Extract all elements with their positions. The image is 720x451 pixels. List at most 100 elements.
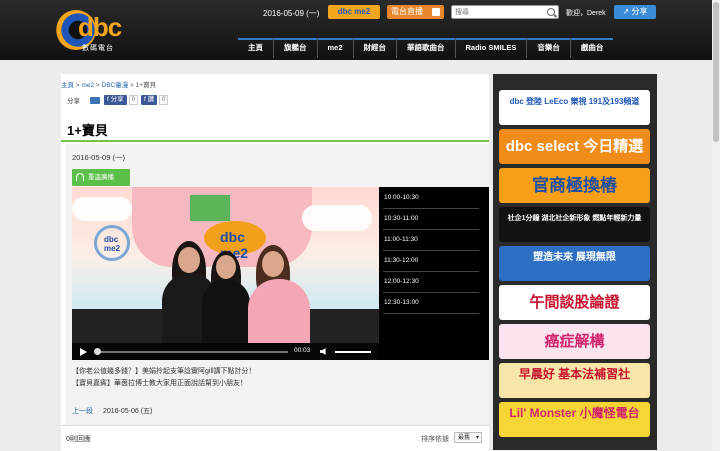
sidebar-banner-text: 塑造未來 展現無限 (533, 252, 616, 263)
nav-flagship[interactable]: 旗艦台 (273, 38, 317, 58)
sidebar-banner-text: 早晨好 基本法補習社 (518, 367, 631, 381)
host-face (262, 251, 284, 277)
welcome-user[interactable]: 歡迎，Derek (566, 8, 606, 18)
header-share-label: 分享 (631, 7, 648, 16)
breadcrumb: 主頁 > me2 > DBC童漫 > 1+寶貝 (61, 79, 156, 89)
sidebar-banner[interactable]: 塑造未來 展現無限 (499, 246, 650, 281)
segment-schedule: 10:00-10:30 10:30-11:00 11:00-11:30 11:3… (379, 187, 489, 360)
wall-logo: dbc me2 (94, 225, 130, 261)
breadcrumb-me2[interactable]: me2 (81, 82, 94, 89)
volume-icon[interactable] (320, 348, 326, 355)
nav-finance[interactable]: 財經台 (352, 38, 397, 58)
sidebar-banner[interactable]: Lil' Monster 小魔怪電台 (499, 402, 650, 437)
play-icon[interactable] (80, 348, 87, 356)
headphones-icon (76, 173, 84, 181)
house-decoration (190, 195, 230, 221)
host-right (248, 279, 310, 343)
sidebar-banner-text: 社企1分鐘 湖北社企新形象 燃點年輕新力量 (507, 215, 642, 222)
nav-radio-smiles[interactable]: Radio SMILES (454, 38, 527, 58)
sidebar-banner[interactable]: 午間談股論證 (499, 285, 650, 320)
progress-knob[interactable] (94, 348, 101, 355)
share-row: 分享 f 分享 0 f 讚 0 (67, 95, 171, 105)
speaker-icon (432, 8, 440, 16)
search-icon[interactable] (547, 8, 555, 16)
breadcrumb-home[interactable]: 主頁 (61, 82, 74, 89)
live-broadcast-button[interactable]: 電台直播 (387, 5, 444, 19)
host-face (178, 247, 200, 273)
sidebar-banner[interactable]: dbc select 今日精選 (499, 129, 650, 164)
comment-count: 0則回應 (66, 436, 91, 443)
nav-home[interactable]: 主頁 (238, 38, 273, 58)
dbc-logo[interactable]: dbc 數碼電台 (56, 10, 146, 52)
sidebar-banner[interactable]: 癌症解構 (499, 324, 650, 359)
sidebar-banner[interactable]: 社企1分鐘 湖北社企新形象 燃點年輕新力量 (499, 207, 650, 242)
previous-episode: 上一段 2016-05-06 (五) (72, 406, 152, 416)
email-icon[interactable] (90, 96, 100, 104)
previous-link[interactable]: 上一段 (72, 408, 93, 415)
schedule-slot[interactable]: 11:30-12:00 (383, 251, 479, 272)
breadcrumb-current: 1+寶貝 (135, 82, 157, 89)
scrollbar-thumb[interactable] (713, 2, 719, 142)
nav-me2[interactable]: me2 (316, 38, 353, 58)
player-controls: 00:03 (72, 343, 379, 360)
breadcrumb-separator: > (128, 82, 136, 89)
facebook-like-count: 0 (159, 95, 169, 105)
main-nav: 主頁 旗艦台 me2 財經台 華語歌曲台 Radio SMILES 音樂台 戲曲… (238, 38, 613, 58)
episode-date: 2016-05-09 (一) (72, 153, 125, 162)
progress-track[interactable] (96, 351, 288, 353)
cloud-decoration (72, 197, 132, 221)
description-line: 【你老公值幾多錢？】美娟拎起支筆諗實阿gill講下點計分！ (72, 368, 256, 375)
breadcrumb-channel[interactable]: DBC童漫 (102, 82, 129, 89)
header-share-button[interactable]: ↗ 分享 (614, 5, 656, 19)
schedule-slot[interactable]: 10:30-11:00 (383, 209, 479, 230)
nav-music[interactable]: 音樂台 (526, 38, 570, 58)
previous-date[interactable]: 2016-05-06 (五) (103, 408, 152, 415)
logo-subtitle: 數碼電台 (82, 45, 114, 52)
sidebar-banner-text: 午間談股論證 (529, 294, 620, 311)
cloud-decoration (302, 205, 372, 231)
page-title: 1+寶貝 (67, 123, 108, 138)
sidebar-banner[interactable]: 官商極換樁 (499, 168, 650, 203)
search-input[interactable] (452, 6, 546, 18)
sidebar-banner-text: Lil' Monster 小魔怪電台 (509, 406, 640, 420)
nav-chinese-songs[interactable]: 華語歌曲台 (396, 38, 455, 58)
site-header: dbc 數碼電台 2016-05-09 (一) dbc me2 電台直播 歡迎，… (0, 0, 720, 60)
title-divider (61, 140, 489, 142)
host-center (202, 279, 250, 343)
facebook-like-button[interactable]: f 讚 (140, 95, 158, 105)
page-scrollbar[interactable] (712, 0, 720, 450)
replay-tab[interactable]: 重溫廣播 (72, 169, 130, 186)
sidebar: dbc 登陸 LeEco 樂視 191及193頻道 dbc select 今日精選… (493, 74, 657, 450)
sort-select[interactable]: 最舊 (454, 432, 482, 444)
sidebar-banner-text: 官商極換樁 (532, 176, 617, 195)
sort-label: 排序依據 (421, 436, 449, 443)
logo-text: dbc (78, 12, 122, 42)
schedule-slot[interactable]: 12:30-13:00 (383, 293, 479, 314)
host-face (216, 255, 236, 279)
facebook-share-count: 0 (128, 95, 138, 105)
facebook-share-label: 分享 (110, 96, 124, 103)
wall-logo-text: dbc me2 (104, 235, 121, 253)
volume-slider[interactable] (335, 351, 371, 353)
search-box[interactable] (451, 5, 559, 19)
share-row-label: 分享 (67, 98, 80, 105)
schedule-slot[interactable]: 11:00-11:30 (383, 230, 479, 251)
radio-badge[interactable]: dbc me2 (328, 5, 380, 19)
sidebar-banner[interactable]: dbc 登陸 LeEco 樂視 191及193頻道 (499, 90, 650, 125)
live-broadcast-label: 電台直播 (391, 7, 423, 16)
schedule-slot[interactable]: 12:00-12:30 (383, 272, 479, 293)
header-date: 2016-05-09 (一) (263, 9, 320, 18)
breadcrumb-separator: > (94, 82, 102, 89)
video-dbc-logo: dbc me2 (204, 221, 266, 261)
schedule-slot[interactable]: 10:00-10:30 (383, 188, 479, 209)
facebook-like-label: 讚 (147, 96, 155, 103)
sidebar-banner-text: dbc 登陸 LeEco 樂視 191及193頻道 (509, 97, 640, 106)
sidebar-banner-text: 癌症解構 (544, 333, 605, 350)
nav-opera[interactable]: 戲曲台 (569, 38, 614, 58)
video-player[interactable]: dbc me2 dbc me2 00:03 (72, 187, 379, 360)
description-line: 【寶貝嘉賓】華茵拉博士教大家用正面說話幫到小朋友！ (72, 380, 247, 387)
sidebar-banner[interactable]: 早晨好 基本法補習社 (499, 363, 650, 398)
sidebar-banner-text: dbc select 今日精選 (505, 138, 644, 155)
facebook-share-button[interactable]: f 分享 (104, 95, 127, 105)
replay-tab-label: 重溫廣播 (88, 174, 114, 181)
